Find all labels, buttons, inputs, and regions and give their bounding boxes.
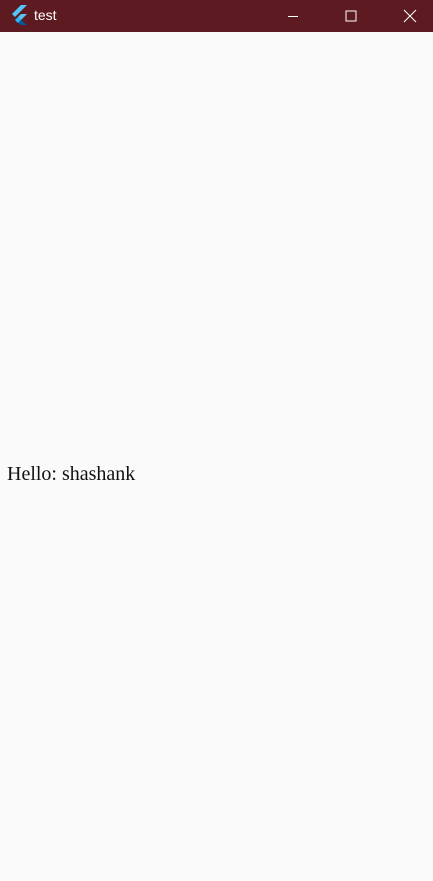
maximize-button[interactable]	[328, 0, 374, 32]
maximize-icon	[345, 10, 357, 22]
app-body: Hello: shashank	[0, 32, 433, 881]
close-button[interactable]	[387, 0, 433, 32]
close-icon	[403, 9, 417, 23]
minimize-button[interactable]	[270, 0, 316, 32]
minimize-icon	[287, 10, 299, 22]
flutter-logo-icon	[10, 5, 28, 25]
window-title: test	[34, 7, 57, 23]
title-bar[interactable]: test	[0, 0, 433, 32]
greeting-text: Hello: shashank	[7, 463, 136, 485]
app-window: test Hello: shashank	[0, 0, 433, 881]
